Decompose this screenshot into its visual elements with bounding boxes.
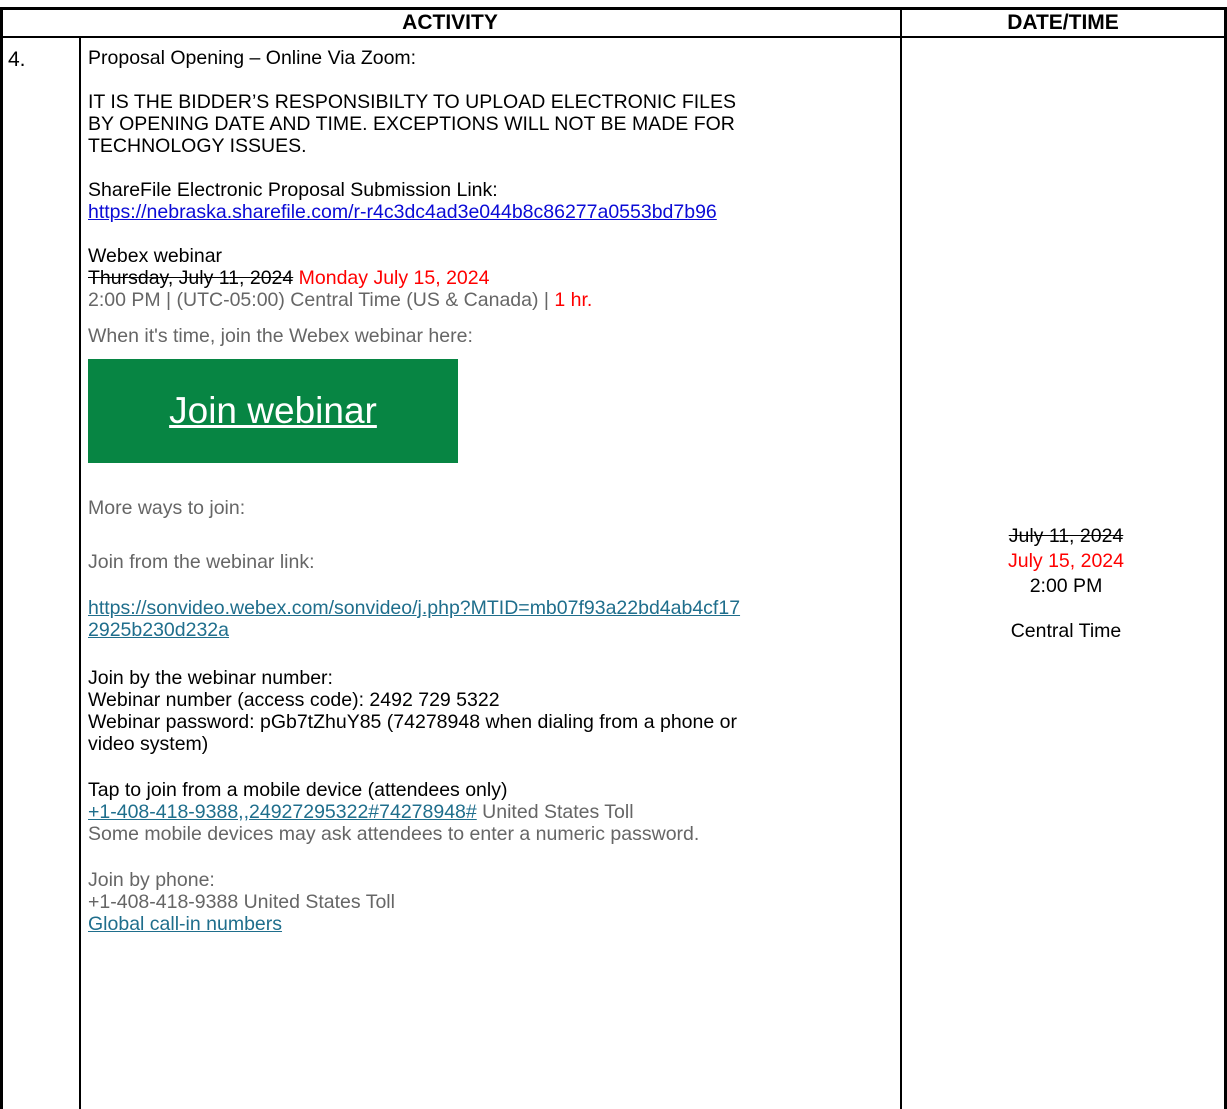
webinar-link-part-2[interactable]: 2925b230d232a (88, 619, 229, 641)
mobile-join-link[interactable]: +1-408-418-9388,,24927295322#74278948# (88, 801, 477, 823)
datetime-time: 2:00 PM (1029, 575, 1103, 597)
webex-duration: 1 hr. (554, 289, 593, 311)
join-by-number-label: Join by the webinar number: (88, 667, 333, 689)
sharefile-label: ShareFile Electronic Proposal Submission… (88, 179, 498, 201)
join-from-link-label: Join from the webinar link: (88, 551, 315, 573)
row-number: 4. (8, 48, 26, 71)
datetime-column-divider (900, 7, 902, 1109)
join-webinar-button[interactable]: Join webinar (88, 359, 458, 463)
activity-title: Proposal Opening – Online Via Zoom: (88, 47, 417, 69)
webex-time: 2:00 PM | (UTC-05:00) Central Time (US &… (88, 289, 555, 311)
phone-number: +1-408-418-9388 United States Toll (88, 891, 395, 913)
tap-to-join-label: Tap to join from a mobile device (attend… (88, 779, 508, 801)
schedule-table: ACTIVITY DATE/TIME 4. Proposal Opening –… (0, 0, 1227, 1109)
activity-cell: Proposal Opening – Online Via Zoom: IT I… (88, 47, 888, 935)
webinar-password-line-1: Webinar password: pGb7tZhuY85 (74278948 … (88, 711, 737, 733)
warning-line-1: IT IS THE BIDDER’S RESPONSIBILTY TO UPLO… (88, 91, 737, 113)
mobile-join-line: +1-408-418-9388,,24927295322#74278948# U… (88, 801, 888, 823)
table-left-border (0, 7, 3, 1109)
datetime-zone: Central Time (1010, 620, 1122, 642)
webex-time-line: 2:00 PM | (UTC-05:00) Central Time (US &… (88, 289, 888, 311)
webex-title: Webex webinar (88, 245, 223, 267)
global-call-in-link[interactable]: Global call-in numbers (88, 913, 282, 935)
mobile-toll-label: United States Toll (476, 801, 634, 823)
join-by-phone-label: Join by phone: (88, 869, 215, 891)
header-datetime: DATE/TIME (1007, 11, 1119, 34)
datetime-old-date: July 11, 2024 (1008, 525, 1124, 547)
sharefile-link[interactable]: https://nebraska.sharefile.com/r-r4c3dc4… (88, 201, 717, 223)
number-column-divider (79, 37, 81, 1109)
header-activity: ACTIVITY (402, 11, 498, 34)
webex-new-date: Monday July 15, 2024 (298, 267, 490, 289)
more-ways-label: More ways to join: (88, 497, 246, 519)
warning-line-2: BY OPENING DATE AND TIME. EXCEPTIONS WIL… (88, 113, 735, 135)
webinar-number: Webinar number (access code): 2492 729 5… (88, 689, 500, 711)
webinar-password-line-2: video system) (88, 733, 209, 755)
webex-old-date: Thursday, July 11, 2024 (88, 267, 294, 289)
webinar-link-part-1[interactable]: https://sonvideo.webex.com/sonvideo/j.ph… (88, 597, 740, 619)
join-prompt: When it's time, join the Webex webinar h… (88, 325, 473, 347)
webex-date-line: Thursday, July 11, 2024 Monday July 15, … (88, 267, 888, 289)
warning-line-3: TECHNOLOGY ISSUES. (88, 135, 307, 157)
header-bottom-border (0, 36, 1227, 38)
mobile-password-note: Some mobile devices may ask attendees to… (88, 823, 700, 845)
datetime-new-date: July 15, 2024 (1007, 550, 1124, 572)
